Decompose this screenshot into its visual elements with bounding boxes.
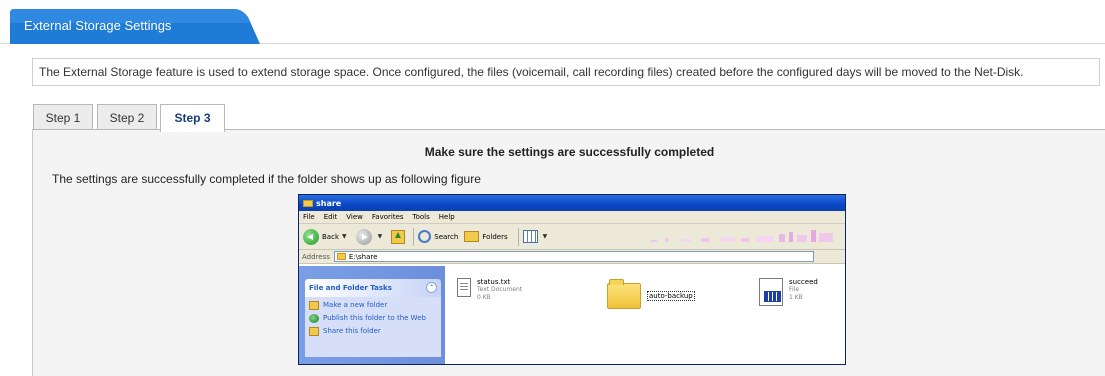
toolbar-search: Search — [418, 230, 458, 243]
menu-file: File — [303, 213, 315, 221]
folder-up-icon — [391, 229, 406, 244]
toolbar-back-label: Back — [322, 232, 339, 241]
panel-instruction: The settings are successfully completed … — [52, 172, 481, 186]
toolbar-separator — [517, 227, 519, 246]
globe-icon — [309, 314, 319, 323]
toolbar-background-graphic — [651, 230, 833, 242]
tab-step-3[interactable]: Step 3 — [160, 104, 225, 132]
toolbar-search-label: Search — [434, 232, 459, 241]
toolbar-separator — [413, 227, 415, 246]
explorer-figure: share File Edit View Favorites Tools Hel… — [298, 194, 846, 365]
file-status-txt: status.txt Text Document 0 KB — [457, 278, 522, 302]
menu-tools: Tools — [412, 213, 430, 221]
text-document-icon — [457, 278, 471, 297]
views-icon — [522, 230, 538, 243]
folder-icon — [303, 199, 313, 207]
tasks-heading-label: File and Folder Tasks — [309, 284, 392, 292]
tab-step-1[interactable]: Step 1 — [33, 104, 93, 130]
file-type: File — [789, 286, 800, 293]
explorer-task-pane: File and Folder Tasks ⌃ Make a new folde… — [299, 266, 445, 364]
toolbar-folders: Folders — [464, 231, 508, 242]
explorer-title-bar: share — [299, 195, 845, 211]
address-field: E:\share — [333, 251, 814, 262]
menu-edit: Edit — [323, 213, 338, 221]
share-folder-icon — [309, 327, 319, 336]
address-value: E:\share — [348, 252, 378, 261]
file-name: succeed — [789, 278, 818, 286]
dropdown-arrow-icon: ▼ — [342, 233, 347, 240]
explorer-body: File and Folder Tasks ⌃ Make a new folde… — [299, 266, 845, 364]
search-icon — [418, 230, 432, 243]
file-name: status.txt — [477, 278, 511, 286]
back-arrow-icon — [303, 228, 319, 245]
menu-favorites: Favorites — [371, 213, 404, 221]
file-folder-tasks: File and Folder Tasks ⌃ Make a new folde… — [305, 279, 441, 357]
folder-name: auto-backup — [647, 291, 695, 301]
toolbar-folders-label: Folders — [482, 232, 508, 241]
folder-auto-backup: auto-backup — [607, 279, 695, 309]
folder-icon — [607, 279, 641, 309]
tab-step-2[interactable]: Step 2 — [97, 104, 157, 130]
address-label: Address — [302, 252, 330, 261]
task-publish-web: Publish this folder to the Web — [309, 314, 437, 323]
header-tab: External Storage Settings — [10, 9, 260, 44]
explorer-menu-bar: File Edit View Favorites Tools Help — [299, 211, 845, 224]
forward-arrow-icon — [355, 228, 372, 245]
menu-help: Help — [438, 213, 455, 221]
explorer-window-title: share — [316, 198, 342, 208]
task-new-folder-label: Make a new folder — [323, 301, 388, 309]
system-file-icon — [759, 278, 783, 306]
new-folder-icon — [309, 301, 319, 310]
task-publish-web-label: Publish this folder to the Web — [323, 314, 426, 322]
toolbar-views: ▼ — [522, 230, 551, 243]
file-type: Text Document — [477, 286, 523, 293]
toolbar-back: Back ▼ — [303, 228, 350, 245]
file-size: 1 KB — [789, 294, 803, 301]
folders-icon — [464, 231, 480, 242]
panel-heading: Make sure the settings are successfully … — [424, 145, 715, 159]
dropdown-arrow-icon: ▼ — [377, 233, 383, 240]
file-size: 0 KB — [477, 294, 491, 301]
feature-description: The External Storage feature is used to … — [32, 58, 1100, 86]
page-header: External Storage Settings — [0, 0, 1105, 44]
tasks-heading: File and Folder Tasks ⌃ — [305, 279, 441, 297]
toolbar-forward: ▼ — [355, 228, 386, 245]
explorer-address-bar: Address E:\share — [299, 250, 845, 264]
task-share-folder: Share this folder — [309, 327, 437, 336]
explorer-toolbar: Back ▼ ▼ Search Folders ▼ — [299, 224, 845, 250]
task-share-folder-label: Share this folder — [323, 327, 381, 335]
dropdown-arrow-icon: ▼ — [542, 233, 548, 240]
task-new-folder: Make a new folder — [309, 301, 437, 310]
folder-icon — [336, 253, 346, 260]
page-title: External Storage Settings — [24, 18, 172, 33]
file-succeed: succeed File 1 KB — [759, 278, 818, 306]
menu-view: View — [346, 213, 363, 221]
tasks-list: Make a new folder Publish this folder to… — [305, 297, 441, 357]
collapse-icon: ⌃ — [426, 282, 437, 293]
